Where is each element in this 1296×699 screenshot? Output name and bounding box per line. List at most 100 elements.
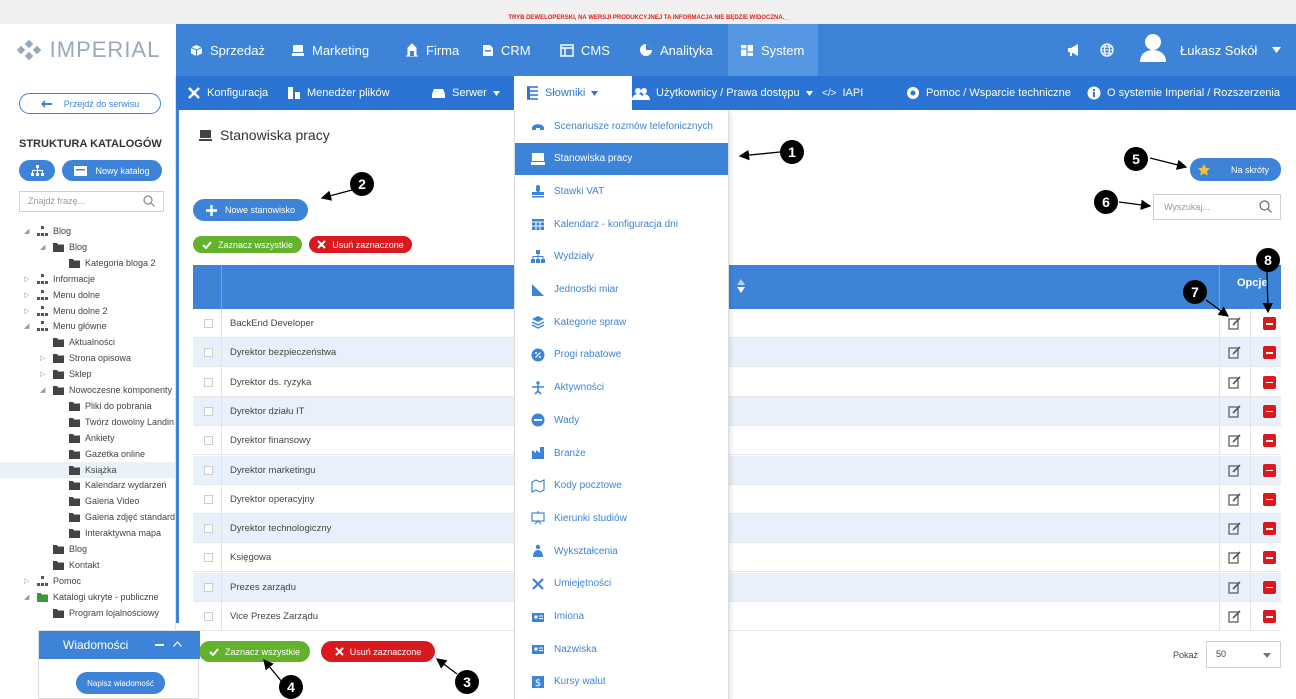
row-checkbox[interactable]	[204, 582, 213, 592]
row-checkbox[interactable]	[204, 319, 213, 328]
edit-icon[interactable]	[1228, 376, 1241, 389]
expand-toggle-icon[interactable]: ▷	[24, 291, 32, 299]
expand-toggle-icon[interactable]: ◢	[40, 243, 48, 251]
tree-item[interactable]: ◢ Blog	[0, 239, 175, 255]
table-row[interactable]: Vice Prezes Zarządu	[193, 602, 1281, 631]
dropdown-item[interactable]: Nazwiska	[515, 633, 728, 665]
logo[interactable]: IMPERIAL	[0, 24, 176, 76]
table-row[interactable]: Dyrektor ds. ryzyka	[193, 367, 1281, 397]
subnav-iapi[interactable]: </> IAPI	[822, 76, 863, 110]
tree-item[interactable]: Gazetka online	[0, 446, 175, 462]
edit-icon[interactable]	[1228, 434, 1241, 447]
table-row[interactable]: Dyrektor finansowy	[193, 426, 1281, 456]
page-size-select[interactable]: 50	[1206, 641, 1281, 668]
subnav-pomoc[interactable]: Pomoc / Wsparcie techniczne	[906, 76, 1071, 110]
messages-header[interactable]: Wiadomości	[39, 631, 200, 659]
expand-toggle-icon[interactable]: ▷	[24, 275, 32, 283]
subnav-uzytkownicy[interactable]: Użytkownicy / Prawa dostępu	[632, 76, 813, 110]
row-checkbox[interactable]	[204, 553, 213, 563]
tree-item[interactable]: Ankiety	[0, 430, 175, 446]
delete-icon[interactable]	[1263, 404, 1276, 418]
topnav-crm[interactable]: CRM	[482, 24, 531, 76]
avatar[interactable]	[1138, 32, 1168, 62]
delete-icon[interactable]	[1263, 551, 1276, 565]
edit-icon[interactable]	[1228, 610, 1241, 623]
subnav-slowniki[interactable]: Słowniki	[514, 76, 632, 110]
dropdown-item[interactable]: Wykształcenia	[515, 535, 728, 567]
edit-icon[interactable]	[1228, 405, 1241, 418]
dropdown-item[interactable]: Wady	[515, 404, 728, 436]
dropdown-item[interactable]: Branże	[515, 437, 728, 469]
delete-icon[interactable]	[1263, 522, 1276, 536]
user-name[interactable]: Łukasz Sokół	[1180, 24, 1257, 76]
edit-icon[interactable]	[1228, 493, 1241, 506]
dropdown-item[interactable]: Scenariusze rozmów telefonicznych	[515, 110, 728, 142]
dropdown-item[interactable]: Progi rabatowe	[515, 339, 728, 371]
table-row[interactable]: Dyrektor technologiczny	[193, 514, 1281, 544]
expand-toggle-icon[interactable]: ◢	[24, 227, 32, 235]
select-all-button-bottom[interactable]: Zaznacz wszystkie	[199, 641, 310, 662]
row-checkbox[interactable]	[204, 436, 213, 446]
subnav-menedzer-plikow[interactable]: Menedżer plików	[287, 76, 390, 110]
tree-item[interactable]: ▷ Menu dolne	[0, 287, 175, 303]
table-row[interactable]: Prezes zarządu	[193, 572, 1281, 602]
tree-item[interactable]: ◢ Blog	[0, 223, 175, 239]
delete-selected-button-bottom[interactable]: Usuń zaznaczone	[321, 641, 435, 662]
delete-icon[interactable]	[1263, 580, 1276, 594]
tree-item[interactable]: Kontakt	[0, 557, 175, 573]
tree-item[interactable]: ◢ Menu główne	[0, 318, 175, 334]
tree-item[interactable]: ▷ Strona opisowa	[0, 350, 175, 366]
dropdown-item[interactable]: Aktywności	[515, 372, 728, 404]
delete-icon[interactable]	[1263, 610, 1276, 623]
edit-icon[interactable]	[1228, 522, 1241, 535]
tree-item[interactable]: Kategoria bloga 2	[0, 255, 175, 271]
search-input[interactable]: Wyszukaj...	[1153, 194, 1281, 220]
dropdown-item[interactable]: Kategorie spraw	[515, 306, 728, 338]
tree-item[interactable]: Interaktywna mapa	[0, 525, 175, 541]
row-checkbox[interactable]	[204, 348, 213, 358]
dropdown-item[interactable]: Wydziały	[515, 241, 728, 273]
new-position-button[interactable]: Nowe stanowisko	[193, 199, 308, 221]
tree-view-button[interactable]	[19, 160, 55, 181]
select-all-button-top[interactable]: Zaznacz wszystkie	[193, 236, 302, 253]
minimize-icon[interactable]	[155, 644, 164, 646]
row-checkbox[interactable]	[204, 524, 213, 534]
topnav-system[interactable]: System	[728, 24, 818, 76]
tree-item[interactable]: Twórz dowolny Landin	[0, 414, 175, 430]
tree-item[interactable]: Kalendarz wydarzeń	[0, 477, 175, 493]
row-checkbox[interactable]	[204, 612, 213, 621]
edit-icon[interactable]	[1228, 346, 1241, 359]
dropdown-item[interactable]: Stanowiska pracy	[515, 142, 728, 175]
delete-icon[interactable]	[1263, 434, 1276, 448]
subnav-o-systemie[interactable]: O systemie Imperial / Rozszerzenia	[1087, 76, 1280, 110]
dropdown-item[interactable]: Imiona	[515, 601, 728, 633]
edit-icon[interactable]	[1228, 581, 1241, 594]
table-row[interactable]: Dyrektor działu IT	[193, 396, 1281, 426]
row-checkbox[interactable]	[204, 377, 213, 387]
expand-toggle-icon[interactable]: ▷	[40, 370, 48, 378]
edit-icon[interactable]	[1228, 317, 1241, 330]
expand-toggle-icon[interactable]: ◢	[40, 386, 48, 394]
tree-item[interactable]: Galeria Video	[0, 493, 175, 509]
expand-toggle-icon[interactable]: ▷	[40, 354, 48, 362]
dropdown-item[interactable]: Stawki VAT	[515, 175, 728, 207]
tree-item[interactable]: Książka	[0, 461, 175, 478]
tree-item[interactable]: Pliki do pobrania	[0, 398, 175, 414]
chevron-up-icon[interactable]	[173, 641, 182, 647]
dropdown-item[interactable]: Kody pocztowe	[515, 470, 728, 502]
tree-item[interactable]: ▷ Menu dolne 2	[0, 303, 175, 319]
table-row[interactable]: BackEnd Developer	[193, 309, 1281, 338]
tree-item[interactable]: ◢ Nowoczesne komponenty	[0, 382, 175, 398]
write-message-button[interactable]: Napisz wiadomość	[76, 672, 165, 694]
tree-item[interactable]: Program lojalnościowy	[0, 605, 175, 621]
delete-icon[interactable]	[1263, 492, 1276, 506]
tree-item[interactable]: Aktualności	[0, 334, 175, 350]
tree-item[interactable]: Blog	[0, 541, 175, 557]
tree-item[interactable]: ▷ Informacje	[0, 271, 175, 287]
table-row[interactable]: Dyrektor marketingu	[193, 455, 1281, 485]
table-row[interactable]: Dyrektor operacyjny	[193, 484, 1281, 514]
back-to-site-button[interactable]: Przejdź do serwisu	[19, 93, 161, 114]
delete-icon[interactable]	[1263, 375, 1276, 389]
tree-item[interactable]: ▷ Sklep	[0, 366, 175, 382]
row-checkbox[interactable]	[204, 465, 213, 475]
